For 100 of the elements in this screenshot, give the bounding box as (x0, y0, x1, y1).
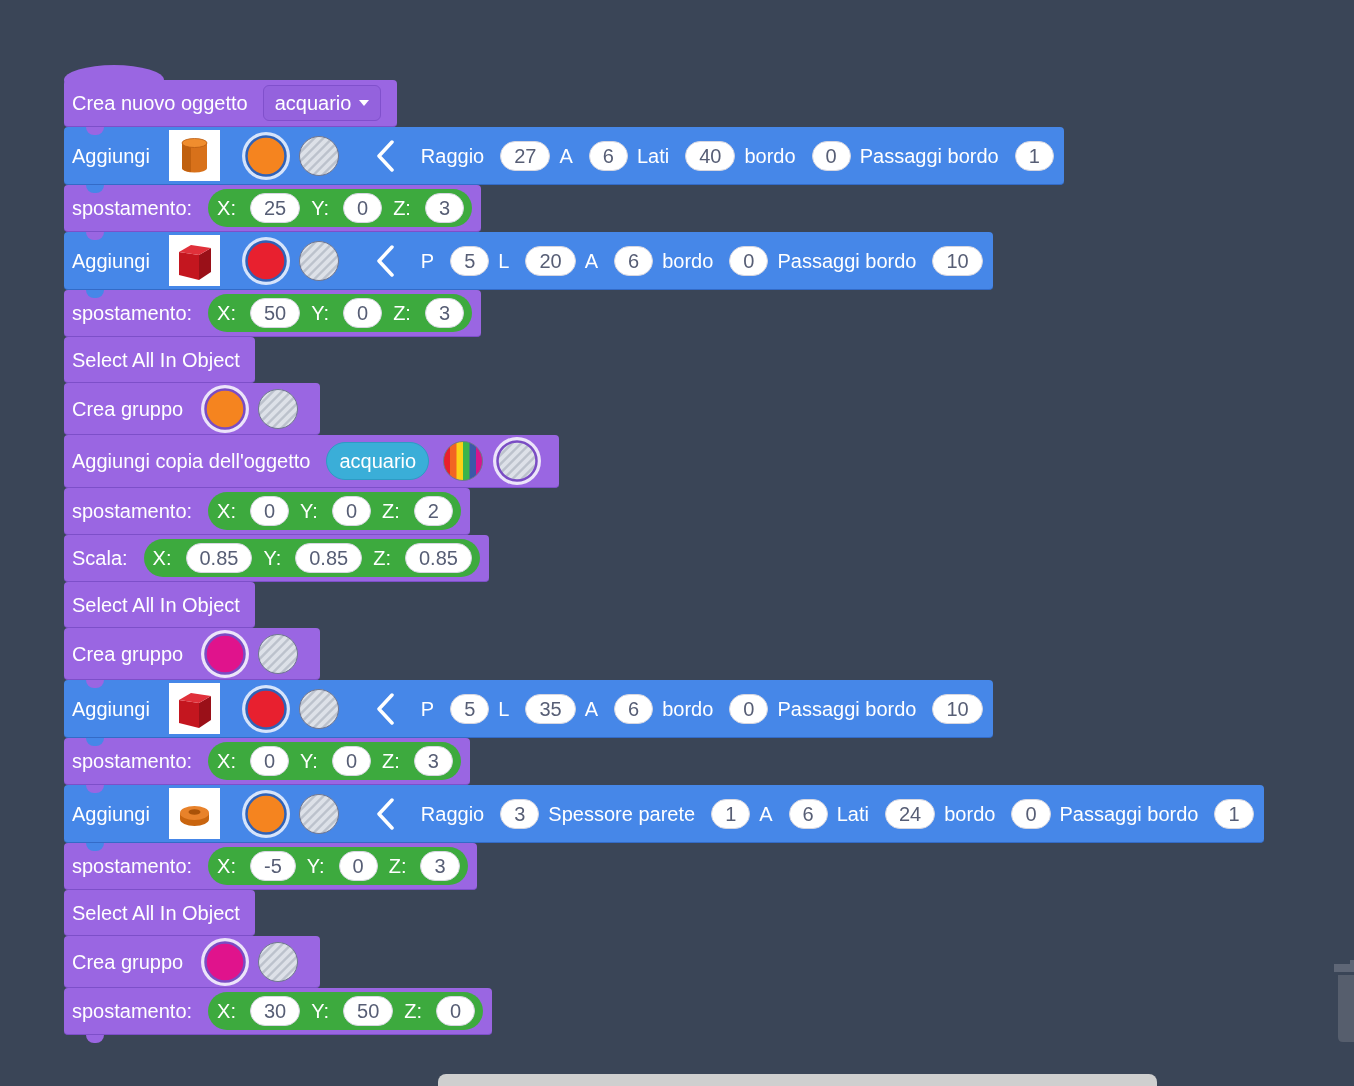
axis-label: X: (152, 548, 172, 568)
parameter-label: A (584, 698, 599, 719)
number-input[interactable]: 0 (250, 496, 290, 526)
axis-label: X: (217, 198, 236, 218)
block-label: Aggiungi (72, 145, 150, 166)
axis-label: X: (217, 856, 236, 876)
number-input[interactable]: 25 (250, 193, 301, 223)
color-swatch-icon[interactable] (241, 236, 290, 285)
number-input[interactable]: 50 (343, 996, 394, 1026)
number-input[interactable]: 0 (729, 245, 769, 276)
number-input[interactable]: 35 (525, 693, 576, 724)
axis-label: Y: (306, 856, 325, 876)
number-input[interactable]: 50 (250, 298, 301, 328)
color-swatch-icon[interactable] (201, 937, 250, 986)
parameter-label: Passaggi bordo (777, 698, 917, 719)
number-input[interactable]: 0 (729, 693, 769, 724)
rainbow-swatch-icon[interactable] (443, 441, 484, 481)
chevron-left-icon[interactable] (374, 139, 395, 172)
cube-icon (168, 235, 220, 286)
number-input[interactable]: 0 (343, 298, 383, 328)
number-input[interactable]: 27 (500, 140, 551, 171)
block-label: spostamento: (72, 1001, 193, 1021)
number-input[interactable]: 6 (614, 245, 654, 276)
block-label: Select All In Object (72, 349, 240, 370)
number-input[interactable]: 6 (788, 798, 828, 829)
parameter-label: Passaggi bordo (777, 250, 917, 271)
block-label: spostamento: (72, 856, 193, 876)
number-input[interactable]: 30 (250, 996, 301, 1026)
block-label: Aggiungi copia dell'oggetto (72, 451, 311, 471)
number-input[interactable]: 3 (424, 298, 465, 328)
axis-label: Z: (388, 856, 407, 876)
color-swatch-icon[interactable] (241, 684, 290, 733)
number-input[interactable]: 5 (450, 693, 490, 724)
parameter-label: P (420, 698, 435, 719)
number-input[interactable]: 6 (614, 693, 654, 724)
number-input[interactable]: 0 (343, 193, 383, 223)
number-input[interactable]: 0 (331, 496, 372, 526)
parameter-label: Lati (836, 803, 869, 824)
block-label: spostamento: (72, 303, 193, 323)
number-input[interactable]: 0 (436, 996, 476, 1026)
axis-label: Z: (393, 303, 411, 323)
axis-label: Z: (393, 198, 411, 218)
number-input[interactable]: 10 (932, 245, 983, 276)
number-input[interactable]: 0.85 (185, 543, 253, 573)
axis-label: Y: (300, 501, 318, 521)
number-input[interactable]: 5 (450, 245, 490, 276)
axis-label: Y: (311, 198, 330, 218)
number-input[interactable]: 3 (424, 193, 465, 223)
parameter-label: P (420, 250, 435, 271)
number-input[interactable]: 40 (685, 140, 736, 171)
number-input[interactable]: 24 (884, 798, 936, 829)
axis-label: X: (217, 751, 236, 771)
number-input[interactable]: 10 (932, 693, 983, 724)
striped-swatch-icon[interactable] (493, 437, 542, 485)
chevron-left-icon[interactable] (374, 244, 395, 277)
number-input[interactable]: 0 (250, 746, 290, 776)
parameter-label: Lati (636, 145, 670, 166)
number-input[interactable]: 0 (1011, 798, 1051, 829)
parameter-label: bordo (662, 250, 714, 271)
chevron-left-icon[interactable] (374, 692, 395, 725)
number-input[interactable]: 1 (711, 798, 751, 829)
number-input[interactable]: 3 (500, 798, 540, 829)
parameter-label: L (498, 698, 510, 719)
axis-label: Z: (382, 751, 400, 771)
parameter-label: Raggio (420, 803, 485, 824)
block-label: Crea gruppo (72, 643, 184, 664)
block-label: Aggiungi (72, 803, 150, 824)
parameter-label: bordo (662, 698, 714, 719)
parameter-label: L (498, 250, 510, 271)
chevron-left-icon[interactable] (374, 797, 395, 830)
color-swatch-icon[interactable] (201, 629, 250, 678)
number-input[interactable]: 3 (420, 851, 460, 881)
number-input[interactable]: 6 (588, 140, 628, 171)
parameter-label: Spessore parete (548, 803, 696, 824)
block-label: Crea gruppo (72, 951, 184, 972)
parameter-label: Passaggi bordo (1059, 803, 1199, 824)
number-input[interactable]: 0 (331, 746, 372, 776)
number-input[interactable]: 1 (1214, 798, 1254, 829)
number-input[interactable]: 1 (1014, 140, 1054, 171)
axis-label: Z: (373, 548, 391, 568)
axis-label: Z: (382, 501, 400, 521)
number-input[interactable]: 20 (525, 245, 576, 276)
parameter-label: Raggio (420, 145, 485, 166)
object-dropdown[interactable]: acquario (262, 85, 382, 121)
color-swatch-icon[interactable] (241, 131, 290, 180)
color-swatch-icon[interactable] (201, 384, 250, 433)
number-input[interactable]: 0 (338, 851, 378, 881)
axis-label: X: (217, 303, 236, 323)
number-input[interactable]: 0.85 (295, 543, 363, 573)
number-input[interactable]: 0 (811, 140, 851, 171)
color-swatch-icon[interactable] (241, 789, 290, 838)
axis-label: Z: (404, 1001, 423, 1021)
parameter-label: bordo (744, 145, 796, 166)
parameter-label: A (759, 803, 773, 824)
horizontal-scrollbar[interactable] (438, 1074, 1157, 1086)
number-input[interactable]: 2 (413, 496, 453, 526)
number-input[interactable]: 0.85 (404, 543, 472, 573)
parameter-label: A (559, 145, 573, 166)
number-input[interactable]: 3 (413, 746, 453, 776)
number-input[interactable]: -5 (250, 851, 296, 881)
